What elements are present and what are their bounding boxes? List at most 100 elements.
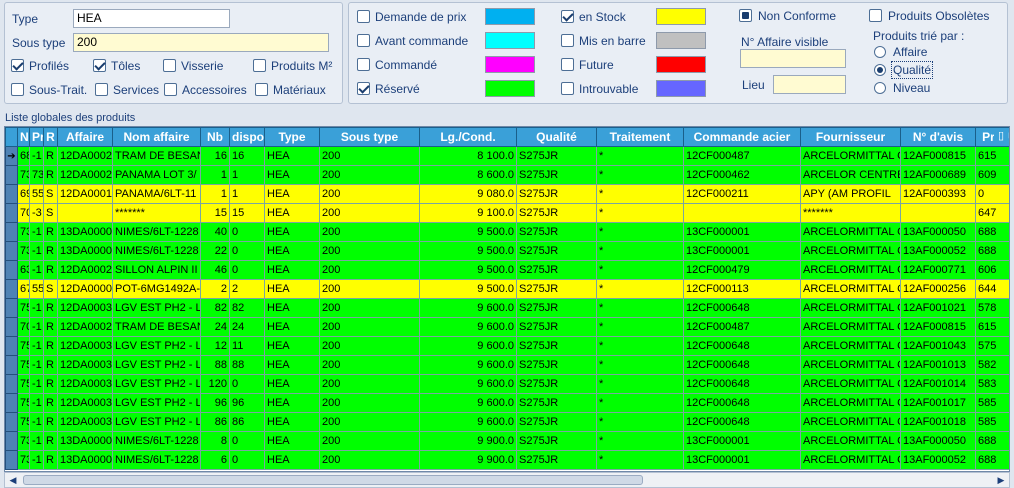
column-header-6[interactable]: Nb [200,127,230,147]
table-row[interactable]: 73-1R13DA0000NIMES/6LT-1228220HEA2009 50… [5,241,1009,261]
sort-qualit--radio[interactable] [874,64,886,76]
filter-accessoires-checkbox[interactable] [164,83,177,96]
table-cell: R [43,317,58,337]
column-header-15[interactable]: N° d'avis [900,127,976,147]
status-command-color-swatch[interactable] [485,56,535,73]
status-avant-commande-checkbox[interactable] [357,34,370,47]
row-selector[interactable] [5,298,18,318]
column-chooser-icon[interactable]: ▯ [994,128,1008,145]
column-header-2[interactable]: Pr [29,127,44,147]
table-row[interactable]: 73-1R13DA0000NIMES/6LT-122880HEA2009 900… [5,431,1009,451]
status-command-checkbox[interactable] [357,58,370,71]
filter-t-les-checkbox[interactable] [93,59,106,72]
table-row[interactable]: 75-1R12DA0003LGV EST PH2 - L8282HEA2009 … [5,298,1009,318]
row-selector[interactable] [5,393,18,413]
row-selector[interactable] [5,222,18,242]
table-row[interactable]: 75-1R12DA0003LGV EST PH2 - L1211HEA2009 … [5,336,1009,356]
row-selector[interactable] [5,412,18,432]
status-future-color-swatch[interactable] [656,56,706,73]
row-selector[interactable] [5,355,18,375]
row-selector[interactable] [5,260,18,280]
table-row[interactable]: 6955S12DA0001PANAMA/6LT-1111HEA2009 080.… [5,184,1009,204]
table-row[interactable]: 75-1R12DA0003LGV EST PH2 - L9696HEA2009 … [5,393,1009,413]
status-mis-en-barre-checkbox[interactable] [561,34,574,47]
sous-type-input[interactable]: 200 [73,33,329,52]
table-cell: 8 600.0 [419,165,517,185]
filter-mat-riaux-checkbox[interactable] [255,83,268,96]
column-header-12[interactable]: Traitement [596,127,684,147]
type-input[interactable]: HEA [73,9,230,28]
status-demande-de-prix-checkbox[interactable] [357,10,370,23]
column-header-1[interactable]: N° [17,127,30,147]
table-row[interactable]: ➔68-1R12DA0002TRAM DE BESAN1616HEA2008 1… [5,146,1009,166]
table-cell: LGV EST PH2 - L [112,336,201,356]
status-r-serv-checkbox[interactable] [357,82,370,95]
table-cell: S [43,184,58,204]
table-row[interactable]: 63-1R12DA0002SILLON ALPIN II460HEA2009 5… [5,260,1009,280]
row-selector[interactable] [5,165,18,185]
table-row[interactable]: 73-1R13DA0000NIMES/6LT-1228400HEA2009 50… [5,222,1009,242]
row-selector[interactable] [5,203,18,223]
filter-produits-m-checkbox[interactable] [253,59,266,72]
row-selector[interactable] [5,450,18,470]
lieu-input[interactable] [773,75,846,94]
column-header-4[interactable]: Affaire [57,127,113,147]
column-header-11[interactable]: Qualité [516,127,597,147]
status-en-stock-checkbox[interactable] [561,10,574,23]
table-cell: * [596,241,684,261]
table-cell: PANAMA LOT 3/ [112,165,201,185]
sort-niveau-radio[interactable] [874,82,886,94]
scroll-left-icon[interactable]: ◀ [5,473,21,487]
table-row[interactable]: 70-3S*******1515HEA2009 100.0S275JR*****… [5,203,1009,223]
status-future-checkbox[interactable] [561,58,574,71]
row-selector[interactable] [5,431,18,451]
column-header-9[interactable]: Sous type [319,127,420,147]
scroll-right-icon[interactable]: ▶ [993,473,1009,487]
table-cell: 12DA0003 [57,393,113,413]
non-conforme-checkbox[interactable] [739,9,752,22]
row-selector[interactable]: ➔ [5,146,18,166]
row-selector[interactable] [5,279,18,299]
column-header-10[interactable]: Lg./Cond. [419,127,517,147]
status-r-serv-color-swatch[interactable] [485,80,535,97]
table-row[interactable]: 6755S12DA0000POT-6MG1492A-22HEA2009 500.… [5,279,1009,299]
table-row[interactable]: 73-1R13DA0000NIMES/6LT-122860HEA2009 900… [5,450,1009,470]
column-header-3[interactable]: R [43,127,58,147]
status-demande-de-prix-color-swatch[interactable] [485,8,535,25]
column-header-13[interactable]: Commande acier [683,127,801,147]
column-header-8[interactable]: Type [264,127,320,147]
table-row[interactable]: 75-1R12DA0003LGV EST PH2 - L8888HEA2009 … [5,355,1009,375]
table-cell: 1 [200,165,230,185]
row-selector[interactable] [5,374,18,394]
row-selector[interactable] [5,241,18,261]
table-cell: -1 [29,146,44,166]
table-row[interactable]: 75-1R12DA0003LGV EST PH2 - L8686HEA2009 … [5,412,1009,432]
status-en-stock-color-swatch[interactable] [656,8,706,25]
table-cell: 0 [229,431,265,451]
row-selector[interactable] [5,317,18,337]
filter-profil-s-checkbox[interactable] [11,59,24,72]
horizontal-scrollbar[interactable]: ◀ ▶ [4,472,1010,488]
column-header-5[interactable]: Nom affaire [112,127,201,147]
status-introuvable-color-swatch[interactable] [656,80,706,97]
table-cell: 200 [319,336,420,356]
table-cell: 9 080.0 [419,184,517,204]
table-row[interactable]: 70-1R12DA0002TRAM DE BESAN2424HEA2009 60… [5,317,1009,337]
filter-services-checkbox[interactable] [95,83,108,96]
status-avant-commande-color-swatch[interactable] [485,32,535,49]
column-header-14[interactable]: Fournisseur [800,127,901,147]
table-cell: 12CF000648 [683,412,801,432]
column-header-7[interactable]: dispo [229,127,265,147]
row-selector[interactable] [5,336,18,356]
affaire-visible-input[interactable] [740,49,846,68]
status-mis-en-barre-color-swatch[interactable] [656,32,706,49]
obsoletes-checkbox[interactable] [869,9,882,22]
scroll-thumb[interactable] [23,475,643,485]
status-introuvable-checkbox[interactable] [561,82,574,95]
sort-affaire-radio[interactable] [874,46,886,58]
row-selector[interactable] [5,184,18,204]
filter-sous-trait-checkbox[interactable] [11,83,24,96]
table-row[interactable]: 7373R12DA0002PANAMA LOT 3/11HEA2008 600.… [5,165,1009,185]
filter-visserie-checkbox[interactable] [163,59,176,72]
table-row[interactable]: 75-1R12DA0003LGV EST PH2 - L1200HEA2009 … [5,374,1009,394]
